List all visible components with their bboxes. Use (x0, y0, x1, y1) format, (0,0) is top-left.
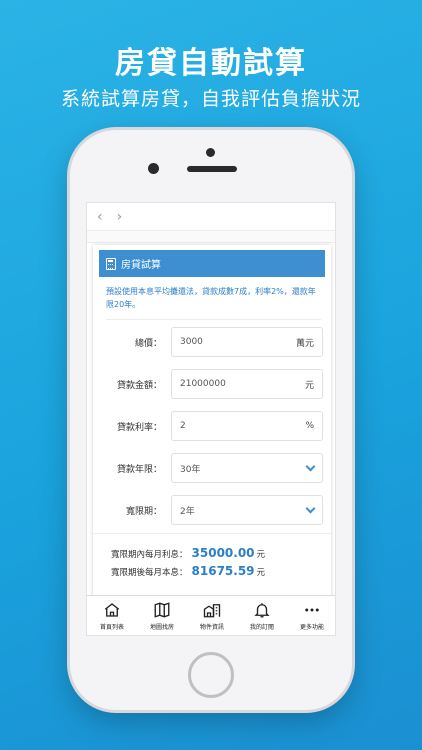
after-grace-value: 81675.59 (191, 564, 255, 578)
tab-subscriptions-label: 我的訂閱 (249, 624, 274, 631)
buildings-icon (203, 604, 221, 618)
after-grace-label: 寬限期後每月本息： (111, 568, 188, 578)
phone-speaker (187, 166, 237, 172)
tab-subscriptions[interactable]: 我的訂閱 (237, 596, 287, 635)
grace-interest-value: 35000.00 (191, 546, 255, 560)
tab-map[interactable]: 地圖找房 (137, 596, 187, 635)
tab-home-label: 首頁列表 (99, 624, 124, 631)
interest-rate-label: 貸款利率： (116, 422, 162, 433)
interest-rate-row: 貸款利率： 2 % (93, 411, 331, 441)
calculator-icon (106, 257, 116, 270)
browser-nav-bar: ‹ › (87, 203, 335, 231)
total-price-row: 總價： 3000 萬元 (93, 327, 331, 357)
tab-map-label: 地圖找房 (149, 624, 174, 631)
map-icon (154, 602, 170, 618)
results-panel: 寬限期內每月利息： 35000.00 元 寬限期後每月本息： 81675.59 … (93, 533, 331, 582)
after-grace-unit: 元 (256, 568, 266, 578)
grace-interest-result: 寬限期內每月利息： 35000.00 元 (111, 546, 331, 564)
tab-listings-label: 物件資訊 (199, 624, 224, 631)
total-price-label: 總價： (134, 338, 162, 349)
grace-period-value: 2年 (180, 506, 195, 517)
grace-period-select[interactable]: 2年 (171, 495, 323, 525)
grace-period-label: 寬限期： (125, 506, 162, 517)
chevron-down-icon (305, 461, 316, 471)
phone-camera (148, 163, 159, 174)
loan-amount-unit: 元 (304, 380, 314, 391)
grace-interest-unit: 元 (256, 550, 266, 560)
grace-period-row: 寬限期： 2年 (93, 495, 331, 525)
loan-years-row: 貸款年限： 30年 (93, 453, 331, 483)
card-header: 房貸試算 (99, 250, 325, 277)
divider (87, 231, 335, 243)
loan-amount-label: 貸款金額： (116, 380, 162, 391)
loan-years-label: 貸款年限： (116, 464, 162, 475)
loan-amount-input[interactable]: 21000000 元 (171, 369, 323, 399)
bottom-tab-bar: 首頁列表 地圖找房 物件資訊 我的訂閱 更多功能 (87, 595, 335, 635)
total-price-unit: 萬元 (295, 338, 314, 349)
forward-icon[interactable]: › (117, 209, 123, 225)
home-icon (104, 603, 120, 617)
mortgage-calculator-card: 房貸試算 預設使用本息平均攤還法，貸款成數7成，利率2%，還款年限20年。 總價… (93, 245, 331, 605)
back-icon[interactable]: ‹ (97, 209, 103, 225)
promo-headline: 房貸自動試算 (115, 46, 307, 81)
loan-amount-row: 貸款金額： 21000000 元 (93, 369, 331, 399)
promo-subheadline: 系統試算房貸，自我評估負擔狀況 (60, 88, 361, 110)
more-icon (305, 608, 319, 612)
interest-rate-value: 2 (180, 421, 186, 431)
total-price-input[interactable]: 3000 萬元 (171, 327, 323, 357)
after-grace-result: 寬限期後每月本息： 81675.59 元 (111, 564, 331, 582)
app-screen: ‹ › 房貸試算 預設使用本息平均攤還法，貸款成數7成，利率2%，還款年限20年… (86, 202, 336, 636)
phone-sensor (206, 148, 215, 157)
tab-more[interactable]: 更多功能 (287, 596, 335, 635)
tab-home[interactable]: 首頁列表 (87, 596, 137, 635)
tab-more-label: 更多功能 (299, 624, 324, 631)
grace-interest-label: 寬限期內每月利息： (111, 550, 188, 560)
phone-frame: ‹ › 房貸試算 預設使用本息平均攤還法，貸款成數7成，利率2%，還款年限20年… (70, 130, 352, 710)
phone-home-button[interactable] (188, 652, 234, 698)
card-title: 房貸試算 (121, 260, 161, 271)
total-price-value: 3000 (180, 337, 203, 347)
interest-rate-unit: % (305, 421, 314, 431)
bell-icon (254, 603, 270, 618)
tab-listings[interactable]: 物件資訊 (187, 596, 237, 635)
interest-rate-input[interactable]: 2 % (171, 411, 323, 441)
chevron-down-icon (305, 503, 316, 513)
loan-years-select[interactable]: 30年 (171, 453, 323, 483)
loan-years-value: 30年 (180, 464, 201, 475)
loan-amount-value: 21000000 (180, 379, 226, 389)
default-assumption-note: 預設使用本息平均攤還法，貸款成數7成，利率2%，還款年限20年。 (106, 285, 321, 320)
